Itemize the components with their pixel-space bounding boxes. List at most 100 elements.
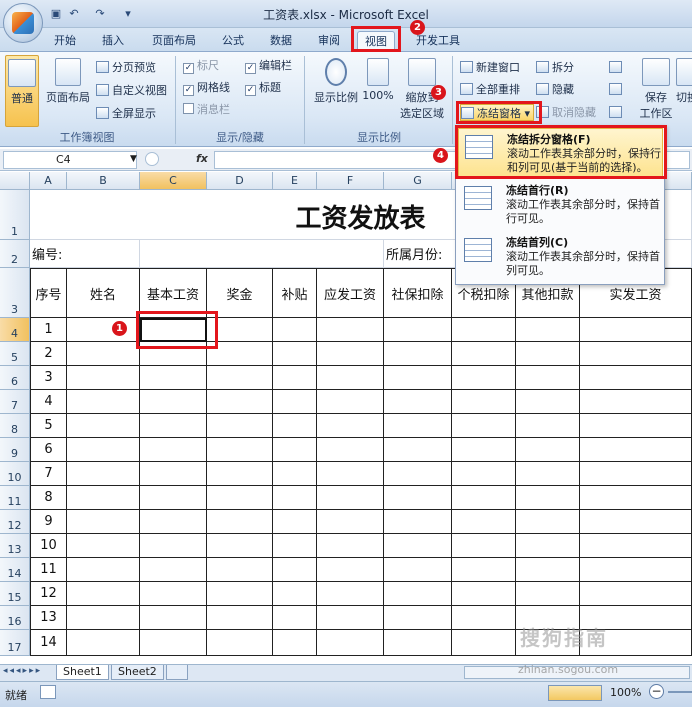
- table-cell[interactable]: [580, 486, 692, 510]
- table-cell[interactable]: [580, 318, 692, 342]
- column-header[interactable]: G: [384, 172, 452, 190]
- table-cell[interactable]: [452, 414, 516, 438]
- table-cell[interactable]: [140, 582, 207, 606]
- table-cell[interactable]: [273, 414, 317, 438]
- table-cell[interactable]: [273, 582, 317, 606]
- table-cell[interactable]: 2: [30, 342, 67, 366]
- tab-formulas[interactable]: 公式: [218, 31, 248, 51]
- table-cell[interactable]: [207, 366, 273, 390]
- table-cell[interactable]: [207, 558, 273, 582]
- table-cell[interactable]: 6: [30, 438, 67, 462]
- table-cell[interactable]: [140, 438, 207, 462]
- table-cell[interactable]: [207, 606, 273, 630]
- row-header[interactable]: 6: [0, 366, 30, 390]
- table-cell[interactable]: [516, 366, 580, 390]
- table-header-cell[interactable]: 补贴: [273, 268, 317, 318]
- table-cell[interactable]: [580, 534, 692, 558]
- table-cell[interactable]: [67, 558, 140, 582]
- sheet-tab-sheet2[interactable]: Sheet2: [111, 665, 164, 680]
- new-window-button[interactable]: 新建窗口: [460, 59, 520, 76]
- table-cell[interactable]: [317, 390, 384, 414]
- table-cell[interactable]: [452, 366, 516, 390]
- table-cell[interactable]: [580, 414, 692, 438]
- table-cell[interactable]: [317, 462, 384, 486]
- table-cell[interactable]: [207, 582, 273, 606]
- table-cell[interactable]: [516, 534, 580, 558]
- table-cell[interactable]: [516, 342, 580, 366]
- table-cell[interactable]: 7: [30, 462, 67, 486]
- freeze-first-column-menu-item[interactable]: 冻结首列(C) 滚动工作表其余部分时，保持首列可见。: [458, 232, 663, 282]
- row-header[interactable]: 11: [0, 486, 30, 510]
- table-cell[interactable]: [140, 534, 207, 558]
- table-cell[interactable]: [317, 510, 384, 534]
- table-cell[interactable]: [384, 606, 452, 630]
- gridlines-checkbox[interactable]: ✓ 网格线: [183, 79, 230, 96]
- table-cell[interactable]: [580, 510, 692, 534]
- table-cell[interactable]: [67, 390, 140, 414]
- table-cell[interactable]: [317, 486, 384, 510]
- view-side-by-side-icon[interactable]: [609, 59, 625, 76]
- row-header[interactable]: 9: [0, 438, 30, 462]
- row-header[interactable]: 1: [0, 190, 30, 240]
- column-header[interactable]: D: [207, 172, 273, 190]
- table-cell[interactable]: [273, 510, 317, 534]
- tab-page-layout[interactable]: 页面布局: [148, 31, 200, 51]
- table-cell[interactable]: [384, 390, 452, 414]
- table-cell[interactable]: [140, 558, 207, 582]
- table-cell[interactable]: [273, 486, 317, 510]
- zoom-100-button[interactable]: 100%: [362, 58, 394, 102]
- table-cell[interactable]: [452, 606, 516, 630]
- table-cell[interactable]: [140, 630, 207, 656]
- freeze-top-row-menu-item[interactable]: 冻结首行(R) 滚动工作表其余部分时，保持首行可见。: [458, 180, 663, 230]
- table-cell[interactable]: [140, 414, 207, 438]
- message-bar-checkbox[interactable]: 消息栏: [183, 101, 230, 118]
- row-header[interactable]: 4: [0, 318, 30, 342]
- table-cell[interactable]: [67, 630, 140, 656]
- table-cell[interactable]: [384, 510, 452, 534]
- table-cell[interactable]: [452, 318, 516, 342]
- table-cell[interactable]: [317, 534, 384, 558]
- table-cell[interactable]: [516, 582, 580, 606]
- tab-data[interactable]: 数据: [266, 31, 296, 51]
- tab-home[interactable]: 开始: [50, 31, 80, 51]
- table-cell[interactable]: [452, 558, 516, 582]
- table-cell[interactable]: [516, 462, 580, 486]
- full-screen-button[interactable]: 全屏显示: [96, 105, 156, 122]
- table-cell[interactable]: [384, 462, 452, 486]
- row-header[interactable]: 12: [0, 510, 30, 534]
- row-header[interactable]: 7: [0, 390, 30, 414]
- table-cell[interactable]: [140, 390, 207, 414]
- table-cell[interactable]: [67, 462, 140, 486]
- tab-review[interactable]: 审阅: [314, 31, 344, 51]
- table-cell[interactable]: [207, 510, 273, 534]
- table-cell[interactable]: [273, 318, 317, 342]
- table-cell[interactable]: [516, 438, 580, 462]
- table-cell[interactable]: [452, 342, 516, 366]
- table-cell[interactable]: [273, 558, 317, 582]
- table-cell[interactable]: [273, 630, 317, 656]
- table-cell[interactable]: [207, 462, 273, 486]
- custom-views-button[interactable]: 自定义视图: [96, 82, 167, 99]
- table-cell[interactable]: 1: [30, 318, 67, 342]
- table-cell[interactable]: [273, 438, 317, 462]
- row-header[interactable]: 5: [0, 342, 30, 366]
- table-cell[interactable]: [516, 414, 580, 438]
- row-header[interactable]: 14: [0, 558, 30, 582]
- name-box[interactable]: C4: [3, 151, 137, 169]
- table-cell[interactable]: [317, 606, 384, 630]
- table-cell[interactable]: [384, 366, 452, 390]
- row-header[interactable]: 8: [0, 414, 30, 438]
- row-header[interactable]: 3: [0, 268, 30, 318]
- column-header[interactable]: C: [140, 172, 207, 190]
- column-header[interactable]: F: [317, 172, 384, 190]
- table-cell[interactable]: [516, 318, 580, 342]
- table-cell[interactable]: [207, 486, 273, 510]
- expand-icon[interactable]: [145, 152, 159, 166]
- table-cell[interactable]: [384, 438, 452, 462]
- table-cell[interactable]: [67, 534, 140, 558]
- table-cell[interactable]: [317, 366, 384, 390]
- row-header[interactable]: 10: [0, 462, 30, 486]
- table-cell[interactable]: [580, 390, 692, 414]
- table-cell[interactable]: [67, 510, 140, 534]
- table-cell[interactable]: [516, 558, 580, 582]
